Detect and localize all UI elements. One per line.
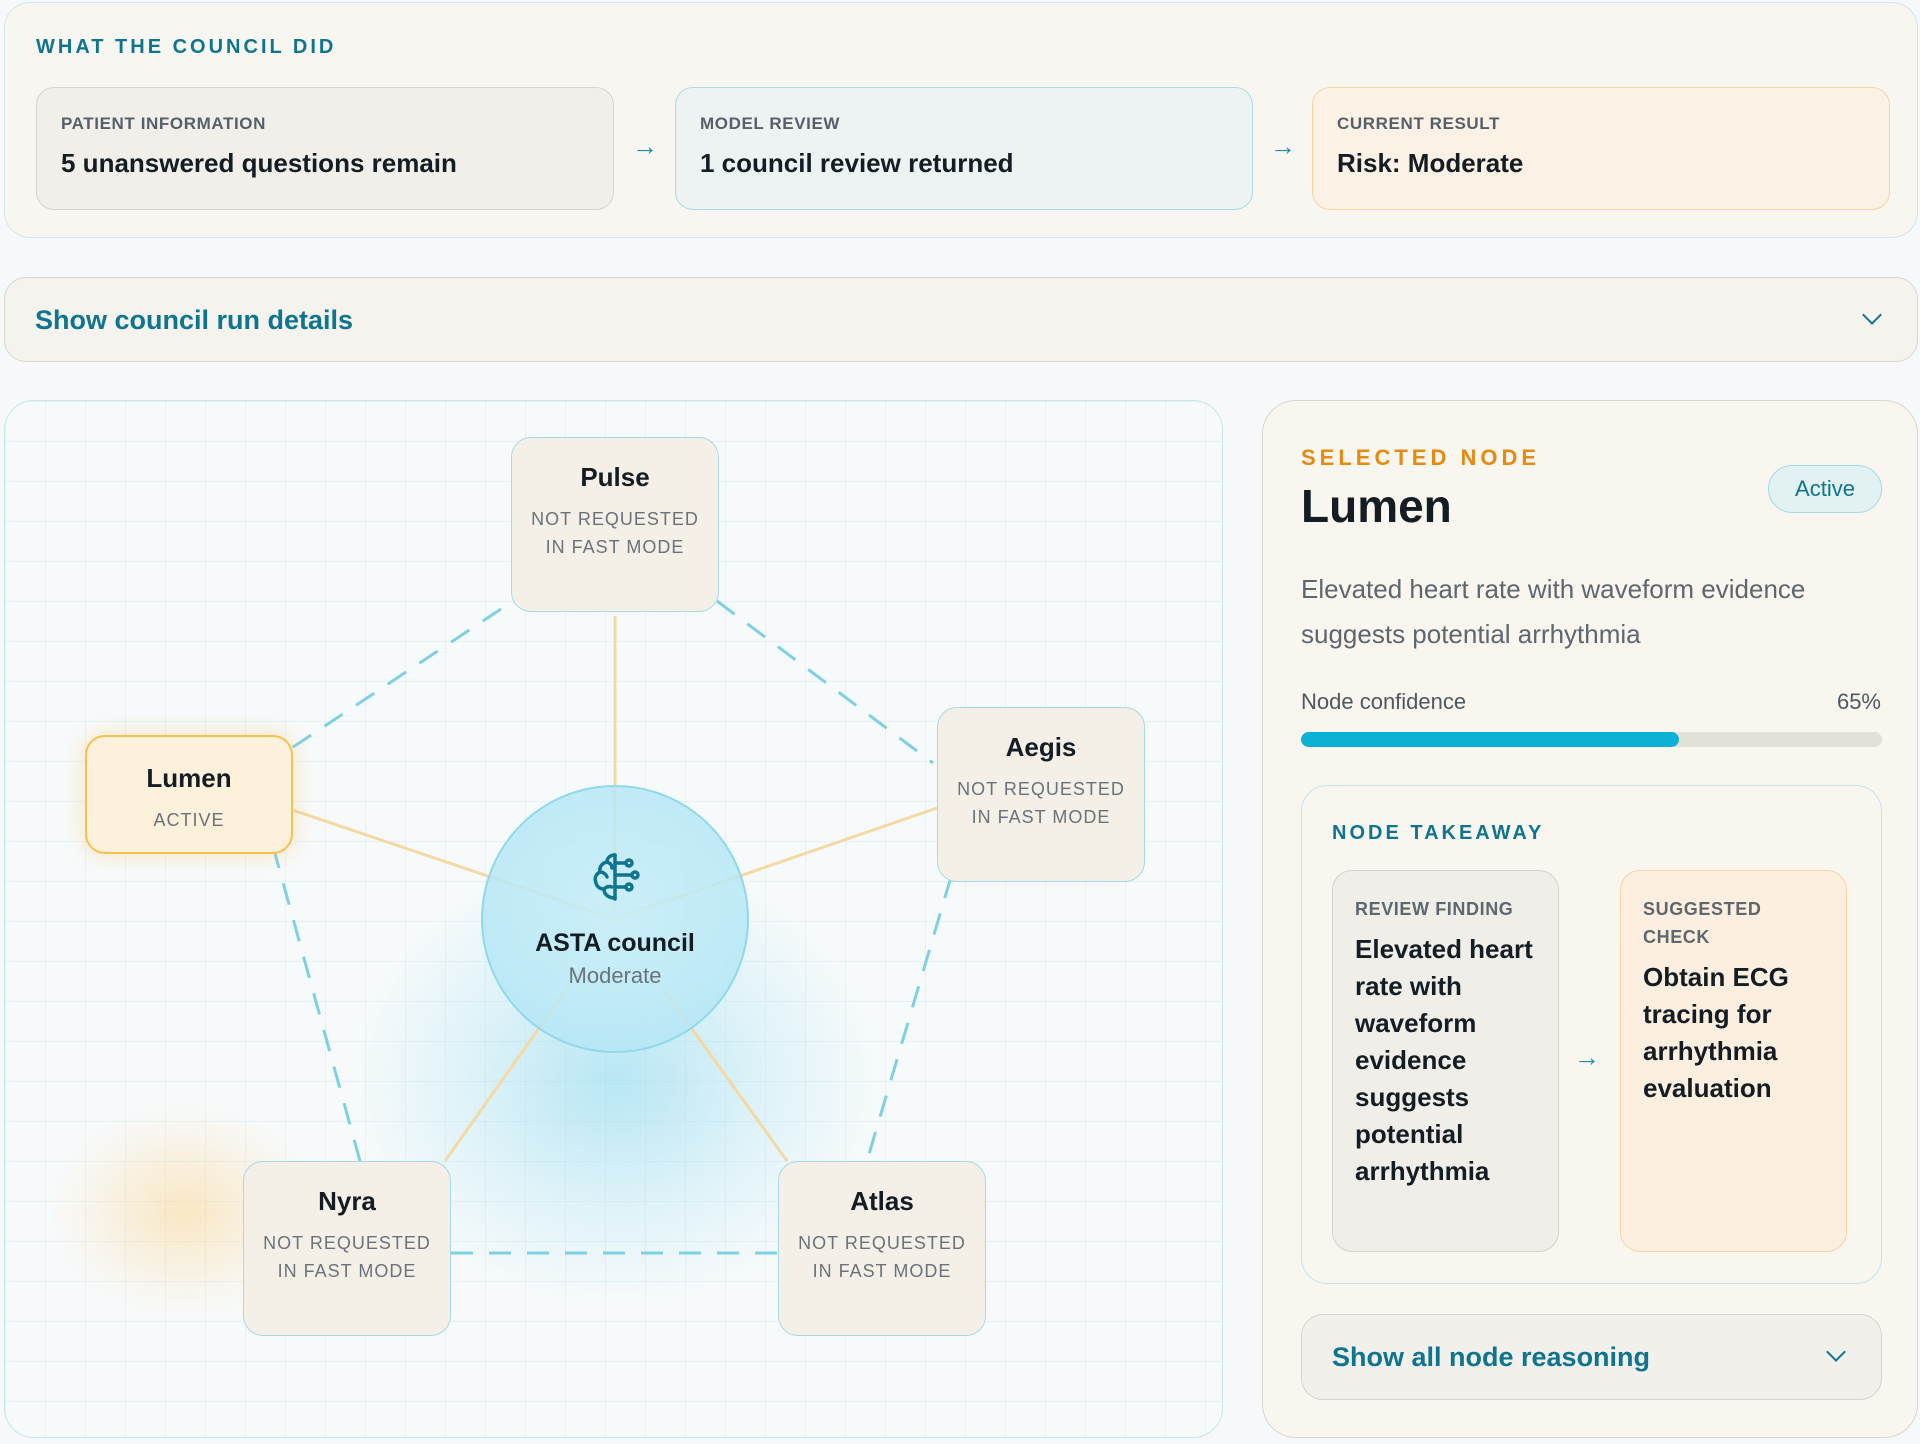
node-status: NOT REQUESTED IN FAST MODE (957, 779, 1125, 827)
node-summary: Elevated heart rate with waveform eviden… (1301, 574, 1806, 649)
review-finding-card: REVIEW FINDING Elevated heart rate with … (1332, 870, 1559, 1252)
node-status: NOT REQUESTED IN FAST MODE (531, 509, 699, 557)
selected-node-eyebrow: SELECTED NODE (1301, 445, 1541, 470)
confidence-label: Node confidence (1301, 689, 1467, 714)
node-status: NOT REQUESTED IN FAST MODE (263, 1233, 431, 1281)
node-lumen[interactable]: Lumen ACTIVE (85, 735, 293, 854)
asta-council-hub[interactable]: ASTA council Moderate (481, 785, 749, 1053)
step-current-result: CURRENT RESULT Risk: Moderate (1312, 87, 1890, 210)
council-summary-panel: WHAT THE COUNCIL DID PATIENT INFORMATION… (4, 2, 1918, 238)
selected-node-panel: SELECTED NODE Lumen Active Elevated hear… (1262, 400, 1918, 1438)
node-status: NOT REQUESTED IN FAST MODE (798, 1233, 966, 1281)
hub-title: ASTA council (535, 929, 695, 957)
step-label: MODEL REVIEW (700, 114, 841, 133)
brain-icon (593, 853, 640, 901)
confidence-bar-fill (1301, 732, 1679, 747)
node-name: Atlas (850, 1186, 914, 1216)
node-name: Aegis (1005, 732, 1077, 762)
ring-link (269, 838, 362, 1162)
step-value: 5 unanswered questions remain (61, 148, 457, 178)
suggested-check-card: SUGGESTED CHECK Obtain ECG tracing for a… (1620, 870, 1847, 1252)
selected-node-title: Lumen (1301, 480, 1452, 532)
suggested-check-label: SUGGESTED CHECK (1643, 899, 1762, 947)
step-label: PATIENT INFORMATION (61, 114, 266, 133)
toggle-label: Show council run details (35, 305, 354, 335)
node-name: Nyra (318, 1186, 376, 1216)
ring-link (716, 599, 934, 765)
show-council-run-details-toggle[interactable]: Show council run details (4, 277, 1918, 362)
node-name: Pulse (580, 462, 650, 492)
chevron-down-icon (1826, 1342, 1846, 1362)
council-graph-panel: ASTA council Moderate Pulse NOT REQUESTE… (4, 400, 1223, 1438)
step-value: Risk: Moderate (1337, 148, 1524, 178)
summary-heading: WHAT THE COUNCIL DID (36, 36, 337, 58)
suggested-check-text: Obtain ECG tracing for arrhythmia evalua… (1643, 962, 1789, 1103)
node-nyra[interactable]: Nyra NOT REQUESTED IN FAST MODE (243, 1161, 451, 1336)
ring-link (256, 607, 502, 773)
confidence-value: 65% (1836, 689, 1881, 714)
confidence-bar (1301, 732, 1882, 747)
ring-link (865, 876, 953, 1162)
takeaway-heading: NODE TAKEAWAY (1332, 822, 1545, 844)
arrow-right-icon: → (632, 131, 658, 161)
node-aegis[interactable]: Aegis NOT REQUESTED IN FAST MODE (937, 707, 1145, 882)
chevron-down-icon (1862, 305, 1882, 325)
step-model-review: MODEL REVIEW 1 council review returned (675, 87, 1253, 210)
arrow-right-icon: → (1270, 131, 1296, 161)
step-patient-information: PATIENT INFORMATION 5 unanswered questio… (36, 87, 614, 210)
show-all-node-reasoning-toggle[interactable]: Show all node reasoning (1301, 1314, 1882, 1400)
hub-status: Moderate (568, 963, 662, 988)
node-pulse[interactable]: Pulse NOT REQUESTED IN FAST MODE (511, 437, 719, 612)
step-value: 1 council review returned (700, 148, 1014, 178)
arrow-right-icon: → (1574, 1042, 1600, 1072)
node-name: Lumen (146, 763, 232, 793)
node-atlas[interactable]: Atlas NOT REQUESTED IN FAST MODE (778, 1161, 986, 1336)
review-finding-text: Elevated heart rate with waveform eviden… (1355, 934, 1533, 1186)
status-badge: Active (1768, 465, 1882, 513)
toggle-label: Show all node reasoning (1332, 1342, 1651, 1372)
review-finding-label: REVIEW FINDING (1355, 899, 1514, 919)
node-status: ACTIVE (153, 810, 225, 830)
step-label: CURRENT RESULT (1337, 114, 1500, 133)
node-takeaway: NODE TAKEAWAY REVIEW FINDING Elevated he… (1301, 785, 1882, 1284)
